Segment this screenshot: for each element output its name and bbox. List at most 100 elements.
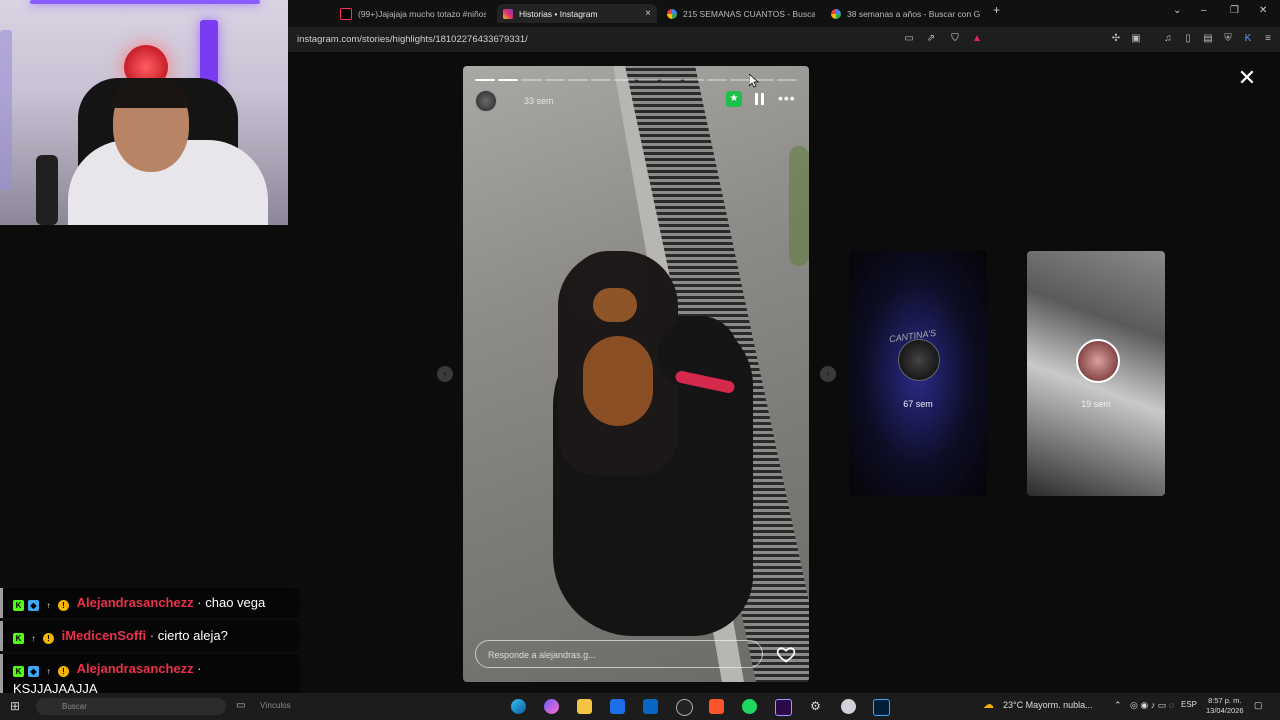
chat-username: Alejandrasanchezz	[76, 661, 194, 676]
restore-icon[interactable]: ❐	[1230, 5, 1239, 16]
progress-segment	[730, 79, 751, 81]
clock-time: 8:57 p. m.	[1208, 696, 1242, 705]
mail-icon[interactable]	[643, 699, 658, 714]
mouse-cursor-icon	[749, 74, 759, 88]
chat-message: K ◆ ↑! Alejandrasanchezz · chao vega	[0, 588, 300, 618]
vpn-icon[interactable]: ⛨	[1222, 33, 1234, 45]
close-friends-star-icon: ★	[726, 91, 742, 107]
progress-segment	[475, 79, 496, 81]
instagram-icon	[503, 8, 513, 19]
photoshop-icon[interactable]	[873, 699, 890, 716]
close-tab-icon[interactable]: ×	[645, 8, 651, 19]
story-avatar[interactable]	[475, 90, 497, 112]
edge-icon[interactable]	[511, 699, 526, 714]
store-icon[interactable]	[610, 699, 625, 714]
copilot-icon[interactable]	[544, 699, 559, 714]
app-icon[interactable]	[841, 699, 856, 714]
sidebar-icon[interactable]: ▯	[1182, 33, 1194, 45]
tab-label: 215 SEMANAS CUANTOS - Buscar co	[683, 8, 815, 19]
story-preview-1[interactable]: CANTINA'S 67 sem	[849, 251, 987, 496]
streamer-hair	[113, 78, 189, 108]
google-icon	[667, 8, 677, 19]
gift-badge-icon: !	[43, 633, 54, 644]
url-text[interactable]: instagram.com/stories/highlights/1810227…	[297, 34, 528, 45]
kick-extension-icon[interactable]: K	[1242, 33, 1254, 45]
share-icon[interactable]: ⇗	[925, 33, 937, 45]
tray-arrow-icon[interactable]: ⌃	[1114, 700, 1122, 711]
progress-segment	[591, 79, 612, 81]
new-tab-button[interactable]: +	[993, 3, 1000, 17]
tab-label: (99+)Jajajaja mucho totazo #niños #	[358, 8, 486, 19]
tab-google-2[interactable]: 38 semanas a años - Buscar con Goo	[825, 4, 980, 23]
language-indicator[interactable]: ESP	[1181, 700, 1197, 709]
minimize-icon[interactable]: –	[1201, 5, 1207, 16]
links-toolbar[interactable]: Vínculos	[260, 701, 291, 710]
progress-segment	[776, 79, 798, 81]
speaker	[36, 155, 58, 225]
previous-story-arrow[interactable]: ‹	[437, 366, 453, 382]
weather-icon[interactable]: ☁	[983, 698, 994, 711]
tray-icons[interactable]: ◎ ◉ ♪ ▭ ◌	[1130, 700, 1174, 711]
weather-text[interactable]: 23°C Mayorm. nubla...	[1003, 700, 1093, 710]
gift-badge-icon: !	[58, 666, 69, 677]
media-icon[interactable]: ♫	[1162, 33, 1174, 45]
kick-badge-icon: K	[13, 600, 24, 611]
progress-segment	[614, 79, 635, 81]
chat-username: Alejandrasanchezz	[76, 595, 194, 610]
progress-segment	[521, 79, 542, 81]
upvote-badge-icon: ↑	[46, 667, 51, 676]
spotify-icon[interactable]	[742, 699, 757, 714]
notifications-icon[interactable]: ▢	[1254, 700, 1263, 711]
progress-segment	[544, 79, 565, 81]
tab-search-icon[interactable]: ⌄	[1173, 5, 1181, 16]
close-stories-icon[interactable]: ✕	[1237, 67, 1257, 89]
verified-badge-icon: ◆	[28, 600, 39, 611]
github-icon[interactable]	[676, 699, 693, 716]
windows-start-icon[interactable]: ⊞	[10, 699, 20, 713]
file-explorer-icon[interactable]	[577, 699, 592, 714]
grass	[789, 146, 809, 266]
heart-icon[interactable]	[776, 644, 796, 664]
rottweiler-muzzle	[593, 288, 637, 322]
preview-avatar	[898, 339, 940, 381]
settings-icon[interactable]: ⚙	[808, 699, 823, 714]
upvote-badge-icon: ↑	[46, 601, 51, 610]
more-options-icon[interactable]: •••	[778, 91, 796, 105]
taskbar-clock[interactable]: 8:57 p. m. 13/04/2026	[1206, 696, 1244, 716]
address-bar[interactable]: instagram.com/stories/highlights/1810227…	[288, 27, 1280, 52]
tab-instagram[interactable]: Historias • Instagram ×	[497, 4, 657, 23]
next-story-arrow[interactable]: ›	[820, 366, 836, 382]
close-window-icon[interactable]: ✕	[1259, 5, 1267, 16]
brave-icon[interactable]	[709, 699, 724, 714]
progress-segment	[683, 79, 705, 81]
tab-tiktok[interactable]: (99+)Jajajaja mucho totazo #niños #	[334, 4, 486, 23]
taskbar-search[interactable]: Buscar	[36, 698, 226, 715]
cast-icon[interactable]: ▭	[903, 33, 915, 45]
chat-text: cierto aleja?	[157, 628, 228, 643]
brave-shield-icon[interactable]: ⛉	[949, 33, 961, 45]
brave-rewards-icon[interactable]: ▲	[971, 33, 983, 45]
screenshot-icon[interactable]: ▣	[1130, 33, 1142, 45]
story-viewer[interactable]: 33 sem ★ ••• Responde a alejandras.g...	[463, 66, 809, 682]
extensions-icon[interactable]: ✣	[1110, 33, 1122, 45]
chat-username: iMedicenSoffi	[61, 628, 147, 643]
progress-segment	[660, 79, 681, 81]
tab-label: 38 semanas a años - Buscar con Goo	[847, 8, 980, 19]
pause-icon[interactable]	[755, 93, 765, 105]
neon-light	[0, 30, 12, 190]
preview-time: 19 sem	[1081, 399, 1111, 409]
premiere-icon[interactable]	[775, 699, 792, 716]
windows-taskbar: ⊞ Buscar ▭ Vínculos ⚙ ☁ 23°C Mayorm. nub…	[0, 693, 1280, 720]
menu-icon[interactable]: ≡	[1262, 33, 1274, 45]
task-view-icon[interactable]: ▭	[236, 700, 245, 711]
chat-text: chao vega	[205, 595, 266, 610]
tiktok-icon	[340, 7, 352, 20]
reply-input[interactable]: Responde a alejandras.g...	[475, 640, 763, 668]
story-preview-2[interactable]: 19 sem	[1027, 251, 1165, 496]
progress-segment	[637, 79, 658, 81]
progress-segment	[567, 79, 589, 81]
kick-badge-icon: K	[13, 666, 24, 677]
tab-google-1[interactable]: 215 SEMANAS CUANTOS - Buscar co	[661, 4, 815, 23]
tab-label: Historias • Instagram	[519, 8, 598, 19]
wallet-icon[interactable]: ▤	[1202, 33, 1214, 45]
